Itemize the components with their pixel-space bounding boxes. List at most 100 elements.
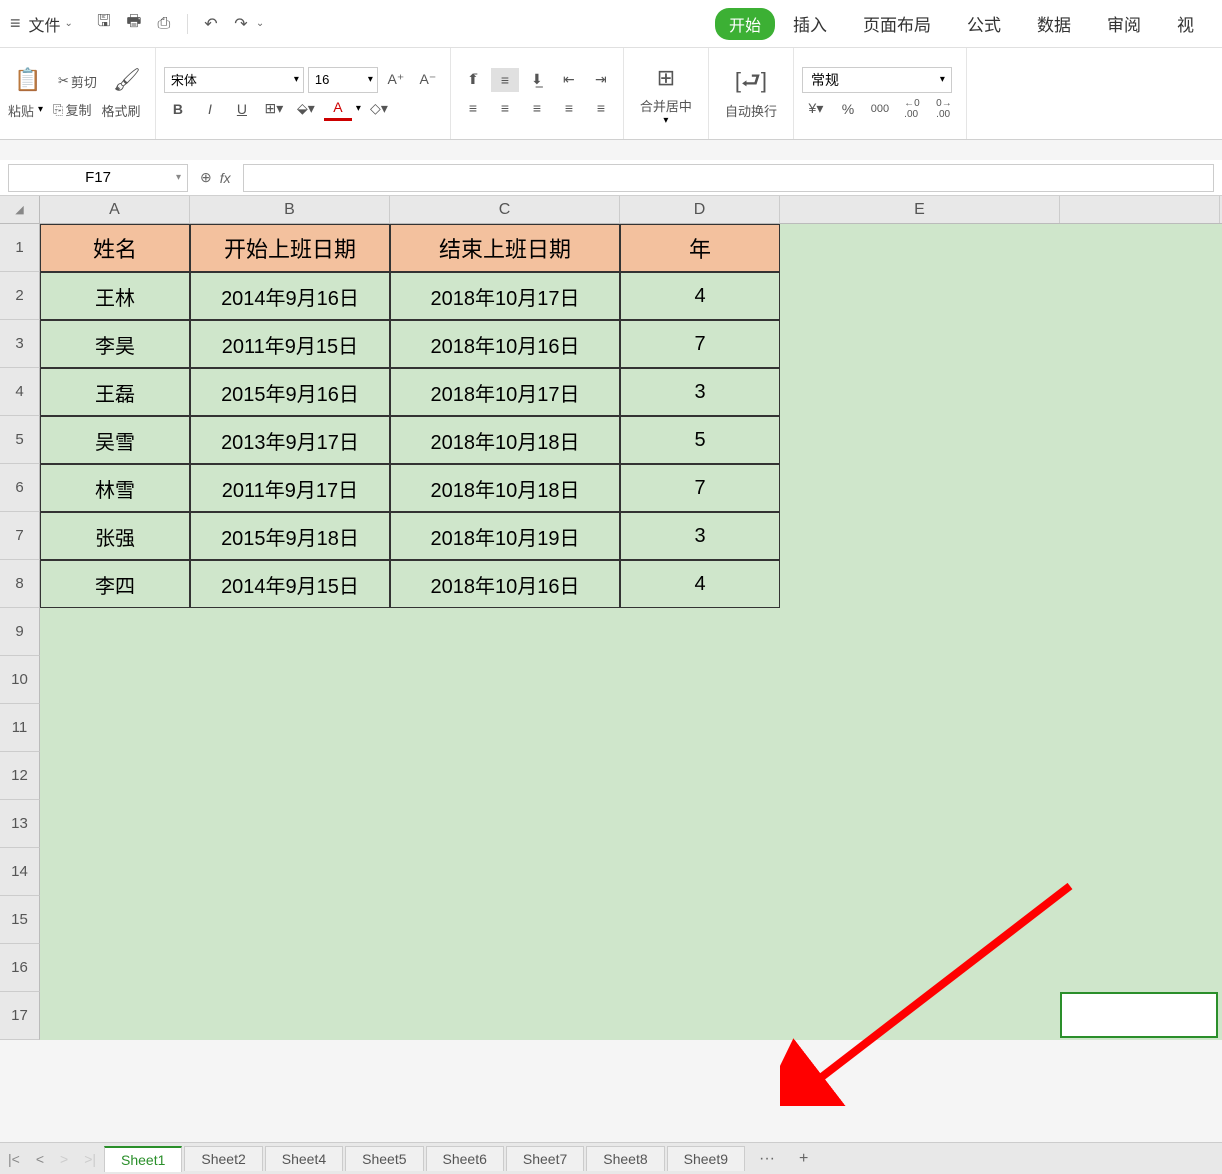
- cell[interactable]: [620, 752, 780, 800]
- cell[interactable]: [40, 704, 190, 752]
- align-left-icon[interactable]: ≡: [459, 96, 487, 120]
- align-top-icon[interactable]: ⬆̄: [459, 68, 487, 92]
- cell[interactable]: [780, 704, 1060, 752]
- cut-button[interactable]: ✂ 剪切: [52, 72, 103, 91]
- cell[interactable]: [1060, 704, 1220, 752]
- cell[interactable]: 姓名: [40, 224, 190, 272]
- row-header[interactable]: 3: [0, 320, 40, 368]
- cell[interactable]: 2011年9月17日: [190, 464, 390, 512]
- chevron-down-icon[interactable]: ⌄: [65, 18, 73, 29]
- sheet-tab[interactable]: Sheet5: [345, 1146, 423, 1171]
- cell[interactable]: [390, 848, 620, 896]
- row-header[interactable]: 10: [0, 656, 40, 704]
- cell[interactable]: [780, 944, 1060, 992]
- increase-indent-icon[interactable]: ⇥: [587, 68, 615, 92]
- cell[interactable]: [190, 944, 390, 992]
- redo-icon[interactable]: ↷: [228, 11, 254, 37]
- sheet-tab[interactable]: Sheet8: [586, 1146, 664, 1171]
- merge-center-button[interactable]: ⊞ 合并居中▾: [632, 62, 700, 126]
- percent-icon[interactable]: %: [834, 97, 862, 121]
- cell[interactable]: [620, 896, 780, 944]
- sheet-more-icon[interactable]: ···: [747, 1150, 787, 1168]
- cell[interactable]: 林雪: [40, 464, 190, 512]
- spreadsheet-grid[interactable]: ◢ A B C D E 1 姓名 开始上班日期 结束上班日期 年 2 王林 20…: [0, 196, 1222, 1040]
- row-header[interactable]: 5: [0, 416, 40, 464]
- italic-button[interactable]: I: [196, 97, 224, 121]
- decrease-indent-icon[interactable]: ⇤: [555, 68, 583, 92]
- underline-button[interactable]: U: [228, 97, 256, 121]
- cell[interactable]: [390, 992, 620, 1040]
- cell[interactable]: 李四: [40, 560, 190, 608]
- cell[interactable]: [390, 608, 620, 656]
- cell[interactable]: [40, 608, 190, 656]
- cell[interactable]: [1060, 944, 1220, 992]
- cell[interactable]: [780, 896, 1060, 944]
- cell[interactable]: 2018年10月17日: [390, 272, 620, 320]
- cell[interactable]: 2015年9月16日: [190, 368, 390, 416]
- row-header[interactable]: 12: [0, 752, 40, 800]
- sheet-nav-last-icon[interactable]: >|: [76, 1151, 104, 1167]
- print-icon[interactable]: 🖶: [121, 11, 147, 37]
- cell[interactable]: 王林: [40, 272, 190, 320]
- cell[interactable]: 4: [620, 560, 780, 608]
- copy-button[interactable]: ⎘ 复制: [47, 100, 97, 119]
- cell[interactable]: [780, 752, 1060, 800]
- cell[interactable]: [40, 992, 190, 1040]
- row-header[interactable]: 17: [0, 992, 40, 1040]
- currency-icon[interactable]: ¥▾: [802, 97, 830, 121]
- col-header-A[interactable]: A: [40, 196, 190, 223]
- chevron-down-icon[interactable]: ⌄: [256, 18, 264, 29]
- align-right-icon[interactable]: ≡: [523, 96, 551, 120]
- cell[interactable]: [1060, 656, 1220, 704]
- cell[interactable]: [780, 848, 1060, 896]
- cell[interactable]: [620, 800, 780, 848]
- align-bottom-icon[interactable]: ⬇̲: [523, 68, 551, 92]
- cell[interactable]: [620, 992, 780, 1040]
- file-menu[interactable]: 文件: [29, 12, 61, 36]
- cell[interactable]: [1060, 800, 1220, 848]
- cell[interactable]: [780, 224, 1060, 272]
- cell[interactable]: 2011年9月15日: [190, 320, 390, 368]
- cell[interactable]: [620, 608, 780, 656]
- sheet-tab[interactable]: Sheet9: [667, 1146, 745, 1171]
- cell[interactable]: [780, 320, 1060, 368]
- cell[interactable]: 吴雪: [40, 416, 190, 464]
- cell[interactable]: [1060, 416, 1220, 464]
- row-header[interactable]: 7: [0, 512, 40, 560]
- cell[interactable]: 李昊: [40, 320, 190, 368]
- cell[interactable]: [620, 656, 780, 704]
- sheet-tab[interactable]: Sheet1: [104, 1146, 182, 1172]
- justify-icon[interactable]: ≡: [555, 96, 583, 120]
- row-header[interactable]: 14: [0, 848, 40, 896]
- cell[interactable]: [390, 944, 620, 992]
- undo-icon[interactable]: ↶: [198, 11, 224, 37]
- cell[interactable]: 2018年10月16日: [390, 320, 620, 368]
- sheet-tab[interactable]: Sheet7: [506, 1146, 584, 1171]
- ribbon-tab-home[interactable]: 开始: [715, 8, 775, 40]
- row-header[interactable]: 9: [0, 608, 40, 656]
- col-header-C[interactable]: C: [390, 196, 620, 223]
- cell[interactable]: 2018年10月17日: [390, 368, 620, 416]
- cell[interactable]: [1060, 368, 1220, 416]
- clear-format-button[interactable]: ◇▾: [365, 97, 393, 121]
- add-sheet-icon[interactable]: +: [787, 1150, 820, 1168]
- cell[interactable]: [390, 896, 620, 944]
- cell[interactable]: [40, 752, 190, 800]
- cell[interactable]: 2018年10月16日: [390, 560, 620, 608]
- row-header[interactable]: 13: [0, 800, 40, 848]
- cell[interactable]: [390, 656, 620, 704]
- sheet-nav-prev-icon[interactable]: <: [28, 1151, 52, 1167]
- formula-input[interactable]: [243, 164, 1214, 192]
- increase-font-icon[interactable]: A⁺: [382, 68, 410, 92]
- paste-button[interactable]: 📋: [8, 67, 48, 95]
- cell[interactable]: [1060, 560, 1220, 608]
- cell[interactable]: [390, 704, 620, 752]
- col-header-E[interactable]: E: [780, 196, 1060, 223]
- cell[interactable]: [1060, 848, 1220, 896]
- cell[interactable]: 5: [620, 416, 780, 464]
- cell[interactable]: 开始上班日期: [190, 224, 390, 272]
- cell[interactable]: 张强: [40, 512, 190, 560]
- border-button[interactable]: ⊞▾: [260, 97, 288, 121]
- sheet-tab[interactable]: Sheet2: [184, 1146, 262, 1171]
- cell[interactable]: [780, 368, 1060, 416]
